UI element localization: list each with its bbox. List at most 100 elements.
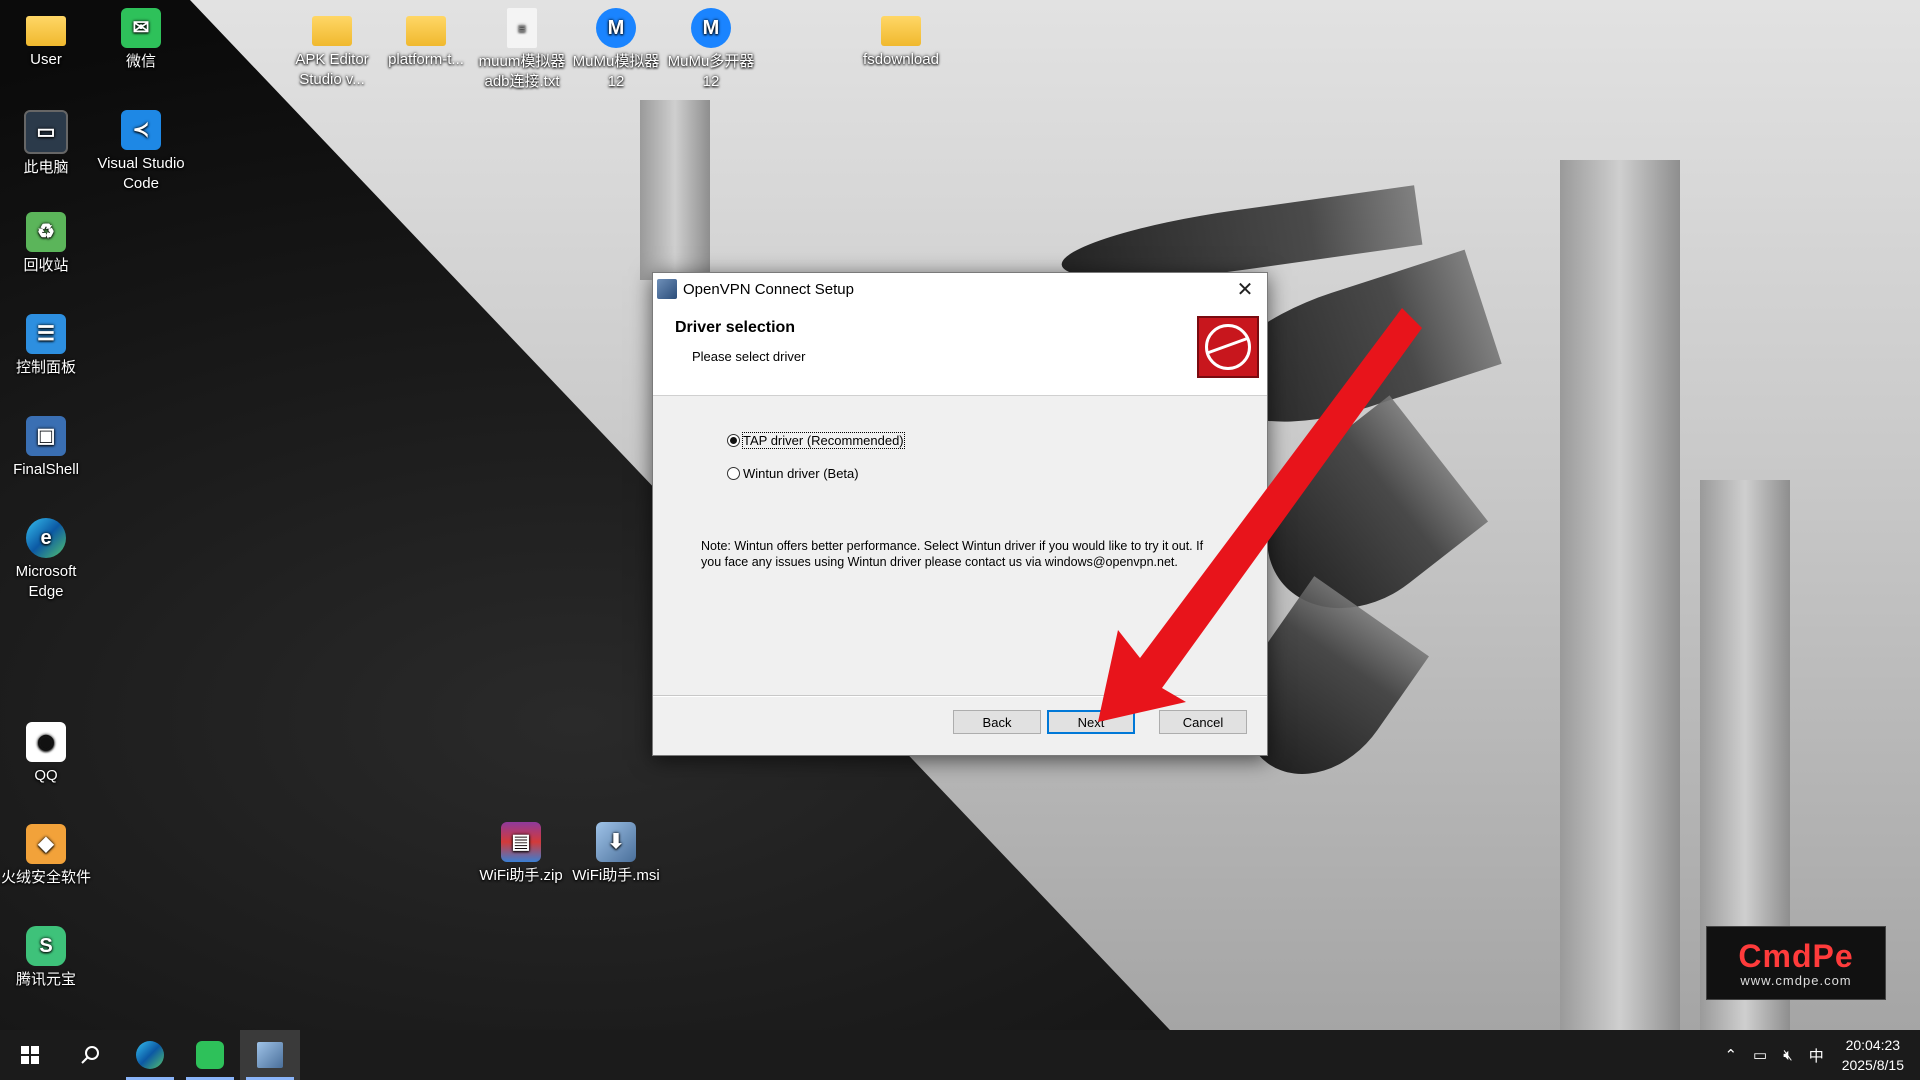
dialog-header: Driver selection Please select driver [653,305,1267,396]
edge-icon: e [26,518,66,558]
close-button[interactable]: ✕ [1223,273,1267,305]
desktop-icon-label: QQ [34,767,58,784]
radio-unchecked-icon[interactable] [727,467,740,480]
finalshell-icon: ▣ [26,416,66,456]
desktop-icon-qq[interactable]: ◉ QQ [0,722,92,786]
clock[interactable]: 20:04:23 2025/8/15 [1842,1035,1904,1075]
start-button[interactable] [0,1030,60,1080]
clock-date: 2025/8/15 [1841,1057,1904,1073]
taskbar-installer[interactable] [240,1030,300,1080]
desktop-icon-label: WiFi助手.msi [572,867,660,884]
radio-label[interactable]: TAP driver (Recommended) [742,432,905,449]
yuanbao-icon: S [26,926,66,966]
edge-icon [136,1041,164,1069]
installer-app-icon [657,279,677,299]
close-icon: ✕ [1236,278,1254,301]
desktop-icon-wifi-msi[interactable]: ⬇ WiFi助手.msi [570,822,662,886]
taskbar[interactable]: ⌃ ▭ 🔇︎ 中 20:04:23 2025/8/15 [0,1030,1920,1080]
recycle-bin-icon: ♻ [26,212,66,252]
vscode-icon: ≺ [121,110,161,150]
radio-tap-driver[interactable]: TAP driver (Recommended) [727,432,905,449]
desktop-icon-label: Visual Studio Code [97,155,185,192]
desktop-icon-label: User [30,51,62,68]
taskbar-edge[interactable] [120,1030,180,1080]
desktop-icon-label: 控制面板 [15,359,76,376]
desktop-icon-yuanbao[interactable]: S 腾讯元宝 [0,926,92,990]
desktop-icon-label: 此电脑 [23,159,69,176]
watermark-brand: CmdPe [1738,938,1854,974]
volume-muted-icon[interactable]: 🔇︎ [1783,1047,1792,1064]
start-icon [21,1046,39,1064]
text-file-icon: ≡ [507,8,537,48]
wechat-icon [196,1041,224,1069]
desktop-icon-mumu12[interactable]: M MuMu模拟器12 [570,8,662,92]
battery-icon[interactable]: ▭ [1753,1046,1767,1064]
desktop-icon-label: 微信 [125,53,156,70]
desktop-icon-label: APK Editor Studio v... [295,51,369,88]
desktop-icon-label: MuMu多开器12 [667,53,755,90]
folder-icon [312,16,352,46]
desktop-icon-edge[interactable]: e Microsoft Edge [0,518,92,602]
back-button[interactable]: Back [953,710,1041,734]
dialog-titlebar[interactable]: OpenVPN Connect Setup ✕ [653,273,1267,305]
desktop-icon-vscode[interactable]: ≺ Visual Studio Code [95,110,187,194]
driver-note: Note: Wintun offers better performance. … [701,539,1204,569]
control-panel-icon: ☰ [26,314,66,354]
desktop-icon-muum-txt[interactable]: ≡ muum模拟器adb连接.txt [476,8,568,92]
desktop-icon-user[interactable]: User [0,8,92,70]
radio-checked-icon[interactable] [727,434,740,447]
mumu-icon: M [596,8,636,48]
page-subtitle: Please select driver [692,349,806,364]
cancel-button[interactable]: Cancel [1159,710,1247,734]
desktop-icon-control-panel[interactable]: ☰ 控制面板 [0,314,92,378]
desktop-icon-label: 回收站 [23,257,69,274]
chevron-up-icon[interactable]: ⌃ [1724,1046,1737,1064]
mumu-multi-icon: M [691,8,731,48]
desktop-icon-label: 火绒安全软件 [0,869,91,886]
setup-dialog[interactable]: OpenVPN Connect Setup ✕ Driver selection… [652,272,1268,756]
desktop-icon-fsdownload[interactable]: fsdownload [855,8,947,70]
wechat-icon: ✉ [121,8,161,48]
user-folder-icon [26,16,66,46]
folder-icon [881,16,921,46]
huorong-icon: ◆ [26,824,66,864]
wallpaper-tower [1560,160,1680,1030]
desktop-icon-label: muum模拟器adb连接.txt [478,53,566,90]
system-tray[interactable]: ⌃ ▭ 🔇︎ 中 20:04:23 2025/8/15 [1716,1030,1920,1080]
watermark-logo: CmdPe www.cmdpe.com [1706,926,1886,1000]
computer-icon: ▭ [24,110,68,154]
desktop-icon-apk-editor[interactable]: APK Editor Studio v... [286,8,378,90]
folder-icon [406,16,446,46]
desktop-icon-mumu-multi[interactable]: M MuMu多开器12 [665,8,757,92]
desktop-icon-this-pc[interactable]: ▭ 此电脑 [0,110,92,178]
installer-icon [257,1042,283,1068]
desktop-icon-label: WiFi助手.zip [479,867,563,884]
desktop-icon-wechat[interactable]: ✉ 微信 [95,8,187,72]
footer-divider [653,695,1267,697]
search-button[interactable] [60,1030,120,1080]
desktop-icon-huorong[interactable]: ◆ 火绒安全软件 [0,824,92,888]
msi-installer-icon: ⬇ [596,822,636,862]
search-icon [81,1046,99,1064]
winrar-icon: ▤ [501,822,541,862]
desktop-icon-label: FinalShell [13,461,79,478]
desktop-icon-finalshell[interactable]: ▣ FinalShell [0,416,92,480]
qq-icon: ◉ [26,722,66,762]
input-method-indicator[interactable]: 中 [1809,1045,1824,1066]
dialog-title: OpenVPN Connect Setup [683,280,854,298]
desktop-icon-label: platform-t... [388,51,464,68]
desktop-icon-wifi-zip[interactable]: ▤ WiFi助手.zip [475,822,567,886]
desktop-icon-label: 腾讯元宝 [15,971,76,988]
next-button[interactable]: Next [1047,710,1135,734]
watermark-url: www.cmdpe.com [1740,973,1852,988]
desktop-icon-recycle-bin[interactable]: ♻ 回收站 [0,212,92,276]
clock-time: 20:04:23 [1845,1037,1901,1053]
page-title: Driver selection [675,319,796,336]
desktop-icon-platform-tools[interactable]: platform-t... [380,8,472,70]
radio-label[interactable]: Wintun driver (Beta) [743,466,859,481]
taskbar-wechat[interactable] [180,1030,240,1080]
openvpn-logo-icon [1197,316,1259,378]
wallpaper-tower [640,100,710,280]
desktop-icon-label: MuMu模拟器12 [572,53,660,90]
radio-wintun-driver[interactable]: Wintun driver (Beta) [727,466,859,481]
